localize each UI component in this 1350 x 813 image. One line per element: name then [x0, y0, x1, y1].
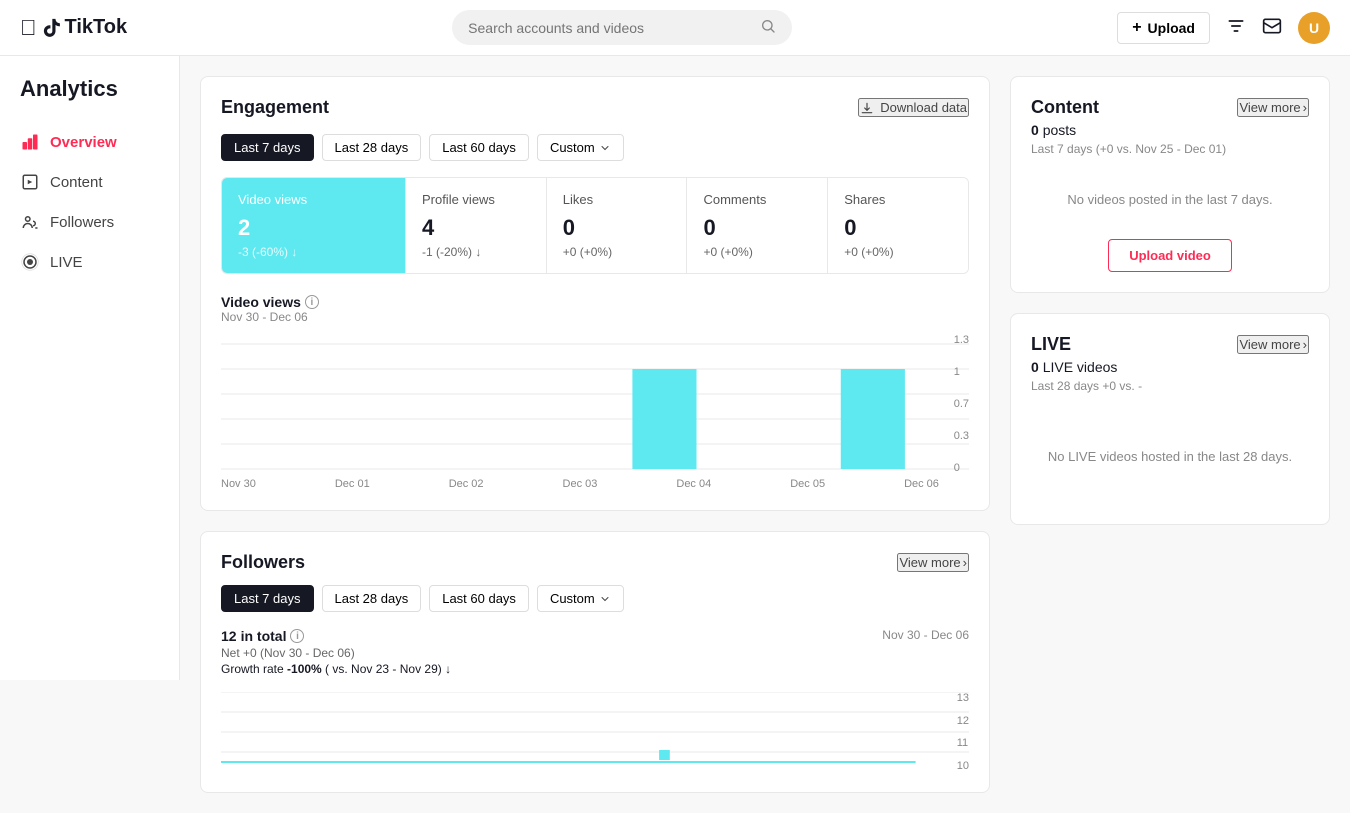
live-videos-count: 0 — [1031, 359, 1039, 375]
tiktok-music-icon — [41, 17, 63, 39]
download-button[interactable]: Download data — [858, 98, 969, 117]
filter-custom[interactable]: Custom — [537, 134, 624, 161]
avatar[interactable]: U — [1298, 12, 1330, 44]
sidebar-item-overview[interactable]: Overview — [0, 122, 179, 162]
search-icon — [760, 18, 776, 37]
x-axis: Nov 30 Dec 01 Dec 02 Dec 03 Dec 04 Dec 0… — [221, 478, 969, 490]
metric-shares: Shares 0 +0 (+0%) — [827, 178, 968, 273]
live-videos-label: LIVE videos — [1043, 359, 1118, 375]
followers-filter-custom[interactable]: Custom — [537, 585, 624, 612]
live-icon — [20, 252, 40, 272]
engagement-title: Engagement — [221, 97, 329, 118]
sidebar-overview-label: Overview — [50, 134, 117, 151]
followers-filter-60days[interactable]: Last 60 days — [429, 585, 529, 612]
content-icon — [20, 172, 40, 192]
logo-text: TikTok — [65, 16, 128, 39]
main-left: Engagement Download data Last 7 days Las… — [200, 76, 990, 793]
followers-net: Net +0 (Nov 30 - Dec 06) — [221, 646, 451, 660]
followers-chart-svg — [221, 692, 969, 772]
metrics-row: Video views 2 -3 (-60%) ↓ Profile views … — [221, 177, 969, 274]
overview-icon — [20, 132, 40, 152]
followers-title: Followers — [221, 552, 305, 573]
live-subtitle: Last 28 days +0 vs. - — [1031, 379, 1309, 393]
content-chevron-icon: › — [1303, 100, 1307, 115]
followers-chart: 13 12 11 10 — [221, 692, 969, 772]
metric-likes: Likes 0 +0 (+0%) — [546, 178, 687, 273]
followers-total-label: in total — [241, 628, 287, 644]
live-panel: LIVE View more › 0 LIVE videos Last 28 d… — [1010, 313, 1330, 525]
engagement-time-filters: Last 7 days Last 28 days Last 60 days Cu… — [221, 134, 969, 161]
video-views-chart: Video views i Nov 30 - Dec 06 — [221, 294, 969, 490]
search-input[interactable] — [468, 20, 752, 36]
followers-growth: Growth rate -100% ( vs. Nov 23 - Nov 29)… — [221, 662, 451, 676]
chart-svg — [221, 334, 969, 474]
followers-stats: 12 in total i Net +0 (Nov 30 - Dec 06) G… — [221, 628, 451, 676]
followers-filter-7days[interactable]: Last 7 days — [221, 585, 314, 612]
y-axis: 1.3 1 0.7 0.3 0 — [946, 334, 969, 474]
filter-icon[interactable] — [1226, 16, 1246, 39]
followers-card: Followers View more › Last 7 days Last 2… — [200, 531, 990, 793]
sidebar-followers-label: Followers — [50, 214, 114, 231]
filter-60days[interactable]: Last 60 days — [429, 134, 529, 161]
sidebar-item-content[interactable]: Content — [0, 162, 179, 202]
engagement-card: Engagement Download data Last 7 days Las… — [200, 76, 990, 511]
plus-icon: + — [1132, 19, 1141, 37]
sidebar-live-label: LIVE — [50, 254, 83, 271]
content-panel-title: Content — [1031, 97, 1099, 118]
search-bar[interactable] — [452, 10, 792, 45]
metric-video-views: Video views 2 -3 (-60%) ↓ — [222, 178, 405, 273]
live-view-more[interactable]: View more › — [1237, 335, 1309, 354]
filter-7days[interactable]: Last 7 days — [221, 134, 314, 161]
upload-button[interactable]: + Upload — [1117, 12, 1210, 44]
posts-label: posts — [1043, 122, 1076, 138]
followers-y-axis: 13 12 11 10 — [949, 692, 969, 772]
logo[interactable]:  TikTok — [20, 15, 127, 41]
bar-dec06 — [841, 369, 905, 469]
followers-filter-28days[interactable]: Last 28 days — [322, 585, 422, 612]
followers-info-icon: i — [290, 629, 304, 643]
sidebar-item-followers[interactable]: Followers — [0, 202, 179, 242]
main-content: Engagement Download data Last 7 days Las… — [180, 56, 1350, 813]
message-icon[interactable] — [1262, 16, 1282, 39]
header:  TikTok + Upload U — [0, 0, 1350, 56]
followers-icon — [20, 212, 40, 232]
posts-subtitle: Last 7 days (+0 vs. Nov 25 - Dec 01) — [1031, 142, 1309, 156]
header-actions: + Upload U — [1117, 12, 1330, 44]
info-icon: i — [305, 295, 319, 309]
sidebar-item-live[interactable]: LIVE — [0, 242, 179, 282]
live-chevron-icon: › — [1303, 337, 1307, 352]
sidebar-title: Analytics — [0, 76, 179, 122]
bar-dec04 — [632, 369, 696, 469]
metric-comments: Comments 0 +0 (+0%) — [686, 178, 827, 273]
live-empty-state: No LIVE videos hosted in the last 28 day… — [1031, 409, 1309, 504]
content-panel: Content View more › 0 posts Last 7 days … — [1010, 76, 1330, 293]
upload-video-button[interactable]: Upload video — [1108, 239, 1232, 272]
metric-profile-views: Profile views 4 -1 (-20%) ↓ — [405, 178, 546, 273]
chevron-right-icon: › — [963, 555, 967, 570]
sidebar-content-label: Content — [50, 174, 103, 191]
sidebar: Analytics Overview Content Followers LIV… — [0, 56, 180, 680]
content-view-more[interactable]: View more › — [1237, 98, 1309, 117]
tiktok-logo-icon:  — [20, 15, 37, 41]
content-empty-state: No videos posted in the last 7 days. — [1031, 172, 1309, 227]
posts-count: 0 — [1031, 122, 1039, 138]
live-panel-title: LIVE — [1031, 334, 1071, 355]
followers-view-more[interactable]: View more › — [897, 553, 969, 572]
filter-28days[interactable]: Last 28 days — [322, 134, 422, 161]
followers-time-filters: Last 7 days Last 28 days Last 60 days Cu… — [221, 585, 969, 612]
followers-date-range: Nov 30 - Dec 06 — [882, 628, 969, 642]
followers-total: 12 — [221, 628, 237, 644]
main-right: Content View more › 0 posts Last 7 days … — [1010, 76, 1330, 793]
